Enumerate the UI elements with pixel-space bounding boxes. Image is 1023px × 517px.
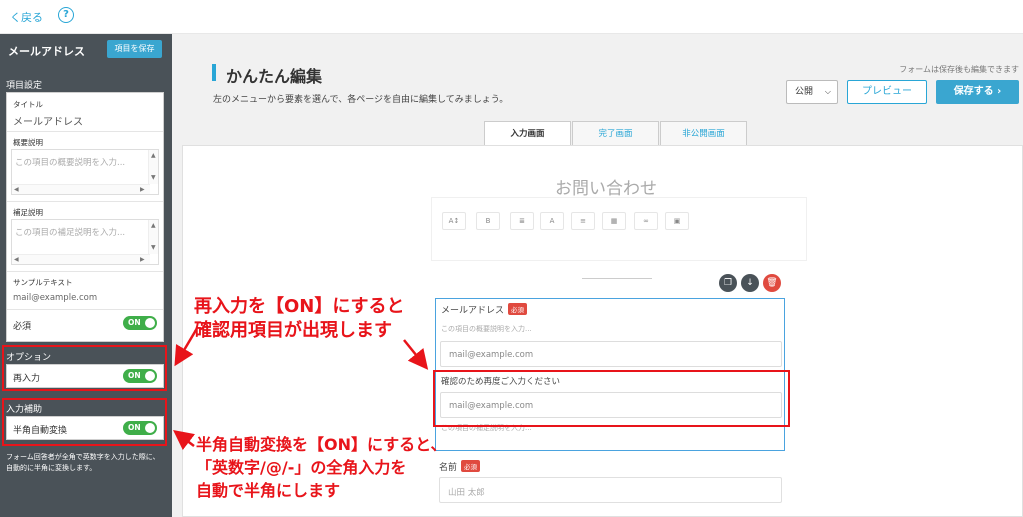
- name-input[interactable]: 山田 太郎: [439, 477, 782, 503]
- scrollbar-horizontal[interactable]: ◀ ▶: [12, 254, 150, 264]
- scrollbar-horizontal[interactable]: ◀ ▶: [12, 184, 150, 194]
- required-toggle[interactable]: ON: [123, 316, 157, 330]
- name-placeholder: 山田 太郎: [448, 488, 485, 498]
- confirm-email-placeholder: mail@example.com: [449, 401, 534, 411]
- font-size-icon[interactable]: A↕: [442, 212, 466, 230]
- publish-label: 公開: [795, 87, 814, 97]
- divider: [7, 309, 163, 310]
- email-field-label: メールアドレス 必須: [441, 303, 528, 316]
- summary-placeholder: この項目の概要説明を入力...: [15, 158, 126, 168]
- top-bar: く戻る ?: [0, 0, 1023, 34]
- email-placeholder: mail@example.com: [449, 350, 534, 360]
- tab-complete-screen[interactable]: 完了画面: [572, 121, 659, 145]
- save-item-button[interactable]: 項目を保存: [107, 40, 162, 58]
- sidebar-header: メールアドレス 項目を保存: [0, 34, 172, 64]
- help-icon[interactable]: ?: [58, 7, 74, 23]
- title-accent-bar: [212, 64, 216, 81]
- name-label-text: 名前: [439, 463, 458, 473]
- divider: [7, 131, 163, 132]
- sample-text-input[interactable]: mail@example.com: [13, 293, 97, 303]
- reentry-toggle[interactable]: ON: [123, 369, 157, 383]
- section-options: オプション: [6, 353, 52, 363]
- divider: [582, 278, 652, 279]
- supplement-label: 補足説明: [13, 208, 43, 217]
- summary-label: 概要説明: [13, 138, 43, 147]
- email-label-text: メールアドレス: [441, 306, 505, 316]
- required-label: 必須: [13, 322, 32, 332]
- annotation-half-line1: 半角自動変換を【ON】にすると、: [196, 435, 447, 454]
- publish-select[interactable]: 公開 ⌵: [786, 80, 838, 104]
- divider: [7, 271, 163, 272]
- name-field-label: 名前 必須: [439, 460, 481, 473]
- back-link[interactable]: く戻る: [10, 9, 43, 25]
- toggle-state: ON: [128, 318, 141, 327]
- delete-icon[interactable]: 🗑: [763, 274, 781, 292]
- annotation-half-line3: 自動で半角にします: [196, 481, 341, 500]
- list-icon[interactable]: ≣: [510, 212, 534, 230]
- email-input[interactable]: mail@example.com: [440, 341, 782, 367]
- copy-icon[interactable]: ❐: [719, 274, 737, 292]
- toggle-state: ON: [128, 423, 141, 432]
- scrollbar-vertical[interactable]: ▲ ▼: [148, 150, 158, 184]
- section-item-settings: 項目設定: [6, 81, 43, 91]
- tab-input-screen[interactable]: 入力画面: [484, 121, 571, 145]
- halfwidth-note: フォーム回答者が全角で英数字を入力した際に、自動的に半角に変換します。: [6, 453, 160, 472]
- title-label: タイトル: [13, 100, 43, 109]
- halfwidth-label: 半角自動変換: [13, 426, 68, 436]
- section-input-assist: 入力補助: [6, 405, 43, 415]
- title-input[interactable]: メールアドレス: [13, 113, 83, 128]
- sample-text-label: サンプルテキスト: [13, 278, 73, 287]
- confirm-email-input[interactable]: mail@example.com: [440, 392, 782, 418]
- summary-textarea[interactable]: この項目の概要説明を入力... ▲ ▼ ◀ ▶: [11, 149, 159, 195]
- save-hint: フォームは保存後も編集できます: [899, 65, 1019, 74]
- page-subtitle: 左のメニューから要素を選んで、各ページを自由に編集してみましょう。: [213, 95, 509, 105]
- save-button[interactable]: 保存する ›: [936, 80, 1019, 104]
- toggle-state: ON: [128, 371, 141, 380]
- confirm-email-label: 確認のため再度ご入力ください: [441, 377, 561, 387]
- scrollbar-vertical[interactable]: ▲ ▼: [148, 220, 158, 254]
- halfwidth-row: 半角自動変換 ON: [6, 416, 164, 440]
- sidebar-title: メールアドレス: [8, 45, 85, 58]
- annotation-half-line2: 「英数字/@/-」の全角入力を: [196, 458, 407, 477]
- tab-private-screen[interactable]: 非公開画面: [660, 121, 747, 145]
- bold-icon[interactable]: B: [476, 212, 500, 230]
- align-icon[interactable]: ≡: [571, 212, 595, 230]
- link-icon[interactable]: ∞: [634, 212, 658, 230]
- table-icon[interactable]: ▦: [602, 212, 626, 230]
- preview-button[interactable]: プレビュー: [847, 80, 927, 104]
- email-field-desc: この項目の概要説明を入力...: [441, 325, 532, 333]
- halfwidth-toggle[interactable]: ON: [123, 421, 157, 435]
- text-color-icon[interactable]: A: [540, 212, 564, 230]
- supplement-textarea[interactable]: この項目の補足説明を入力... ▲ ▼ ◀ ▶: [11, 219, 159, 265]
- move-down-icon[interactable]: ↓: [741, 274, 759, 292]
- item-settings-panel: タイトル メールアドレス 概要説明 この項目の概要説明を入力... ▲ ▼ ◀ ▶ …: [6, 92, 164, 342]
- image-icon[interactable]: ▣: [665, 212, 689, 230]
- annotation-reentry-line1: 再入力を【ON】にすると: [194, 296, 405, 317]
- required-badge: 必須: [461, 460, 481, 472]
- divider: [7, 201, 163, 202]
- annotation-reentry-line2: 確認用項目が出現します: [194, 320, 392, 341]
- reentry-label: 再入力: [13, 374, 41, 384]
- chevron-down-icon: ⌵: [824, 87, 831, 96]
- required-badge: 必須: [508, 303, 528, 315]
- formatting-toolbar: A↕ B ≣ A ≡ ▦ ∞ ▣: [431, 197, 807, 261]
- page-title: かんたん編集: [226, 67, 323, 86]
- reentry-row: 再入力 ON: [6, 364, 164, 388]
- supplement-placeholder: この項目の補足説明を入力...: [15, 228, 126, 238]
- item-settings-sidebar: メールアドレス 項目を保存 項目設定 タイトル メールアドレス 概要説明 この項…: [0, 34, 172, 517]
- email-field-block[interactable]: メールアドレス 必須 この項目の概要説明を入力... mail@example.c…: [435, 298, 785, 451]
- form-title[interactable]: お問い合わせ: [555, 174, 657, 199]
- email-field-supplement: この項目の補足説明を入力...: [441, 424, 532, 432]
